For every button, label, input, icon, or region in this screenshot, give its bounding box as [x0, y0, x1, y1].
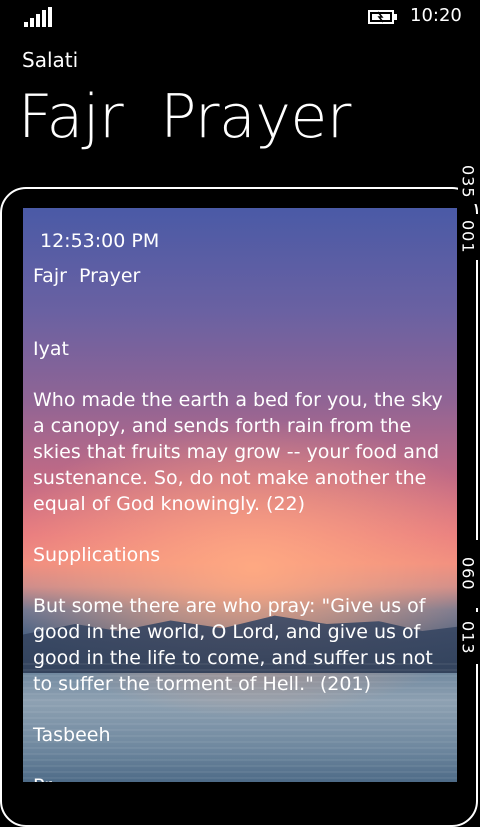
page-title: Fajr Prayer	[18, 82, 351, 152]
tasbeeh-text: Pr	[33, 773, 52, 782]
side-tab-label: 001	[458, 220, 478, 254]
signal-bars-icon	[24, 7, 54, 27]
side-tab-label: 035	[458, 165, 478, 199]
side-tab-bottom-a[interactable]: 060	[458, 540, 478, 608]
battery-charging-icon	[368, 10, 397, 24]
clock-readout: 12:53:00 PM	[40, 230, 160, 252]
side-tab-label: 013	[458, 621, 478, 655]
tasbeeh-heading: Tasbeeh	[33, 724, 111, 746]
side-tab-bottom-b[interactable]: 013	[458, 612, 478, 664]
side-tab-label: 060	[458, 557, 478, 591]
side-tab-top-a[interactable]: 035	[458, 160, 478, 204]
iyat-heading: Iyat	[33, 338, 69, 360]
prayer-card[interactable]: 12:53:00 PM Fajr Prayer Iyat Who made th…	[23, 208, 457, 782]
app-title: Salati	[22, 48, 79, 72]
status-time: 10:20	[410, 5, 462, 26]
status-bar: 10:20	[0, 0, 480, 32]
card-title: Fajr Prayer	[33, 265, 141, 287]
iyat-text: Who made the earth a bed for you, the sk…	[33, 389, 443, 515]
supplications-heading: Supplications	[33, 544, 161, 566]
side-tab-top-b[interactable]: 001	[458, 214, 478, 260]
supplications-text: But some there are who pray: "Give us of…	[33, 595, 433, 695]
